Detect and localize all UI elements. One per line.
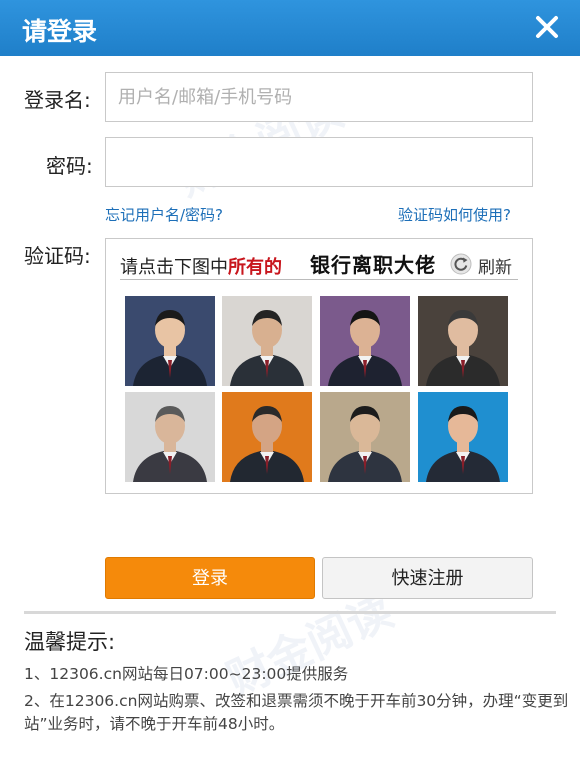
captcha-image-tile[interactable]	[125, 392, 215, 482]
refresh-icon	[450, 253, 472, 275]
forgot-password-link[interactable]: 忘记用户名/密码?	[105, 204, 223, 225]
captcha-image-tile[interactable]	[418, 296, 508, 386]
dialog-titlebar: 请登录	[0, 0, 580, 56]
captcha-label: 验证码:	[24, 244, 91, 268]
captcha-prompt-highlight: 所有的	[228, 257, 282, 278]
captcha-header: 请点击下图中所有的 银行离职大佬 刷新	[120, 249, 518, 280]
captcha-image-tile[interactable]	[418, 392, 508, 482]
captcha-image-tile[interactable]	[222, 296, 312, 386]
captcha-image-tile[interactable]	[125, 296, 215, 386]
portrait-photo	[222, 296, 312, 386]
portrait-photo	[222, 392, 312, 482]
portrait-photo	[418, 296, 508, 386]
captcha-panel: 请点击下图中所有的 银行离职大佬 刷新	[105, 238, 533, 494]
username-input[interactable]	[105, 72, 533, 122]
captcha-refresh-label: 刷新	[478, 258, 512, 278]
portrait-photo	[320, 296, 410, 386]
tips-title: 温馨提示:	[24, 630, 116, 654]
password-label: 密码:	[46, 154, 93, 178]
divider	[24, 611, 556, 614]
portrait-photo	[125, 392, 215, 482]
captcha-prompt: 请点击下图中所有的	[120, 253, 282, 279]
captcha-refresh-button[interactable]: 刷新	[450, 251, 518, 278]
captcha-image-tile[interactable]	[320, 392, 410, 482]
tip-item: 1、12306.cn网站每日07:00~23:00提供服务	[24, 665, 349, 683]
register-button[interactable]: 快速注册	[322, 557, 533, 599]
captcha-target-text: 银行离职大佬	[310, 253, 436, 277]
portrait-photo	[125, 296, 215, 386]
portrait-photo	[320, 392, 410, 482]
captcha-help-link[interactable]: 验证码如何使用?	[398, 204, 511, 225]
tip-item: 2、在12306.cn网站购票、改签和退票需须不晚于开车前30分钟，办理“变更到…	[24, 692, 569, 733]
username-label: 登录名:	[24, 88, 91, 112]
login-button[interactable]: 登录	[105, 557, 315, 599]
dialog-title: 请登录	[22, 17, 98, 46]
password-input[interactable]	[105, 137, 533, 187]
captcha-image-tile[interactable]	[222, 392, 312, 482]
captcha-image-tile[interactable]	[320, 296, 410, 386]
close-icon[interactable]	[532, 12, 562, 42]
portrait-photo	[418, 392, 508, 482]
captcha-prompt-prefix: 请点击下图中	[120, 257, 228, 278]
